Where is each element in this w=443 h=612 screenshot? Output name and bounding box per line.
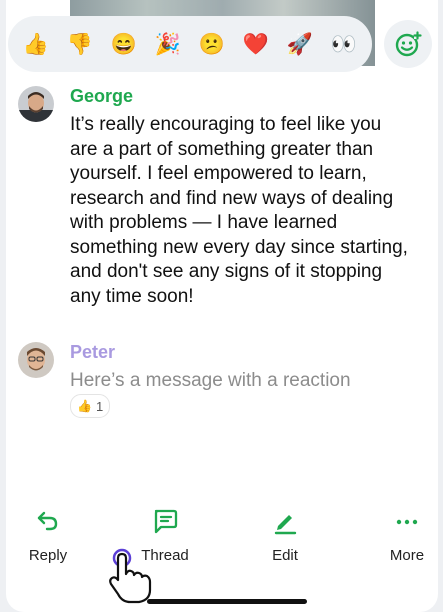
edit-button[interactable]: Edit bbox=[240, 505, 330, 564]
author-name: George bbox=[70, 86, 134, 106]
message-text: Here’s a message with a reaction bbox=[70, 370, 351, 391]
avatar[interactable] bbox=[18, 86, 54, 122]
reply-label: Reply bbox=[28, 547, 68, 564]
thumbs-up-icon: 👍 bbox=[77, 399, 92, 413]
more-button[interactable]: More bbox=[362, 505, 443, 564]
eyes-icon[interactable]: 👀 bbox=[329, 34, 359, 55]
message-actions-row: Reply Thread Edit More bbox=[0, 505, 443, 575]
reaction-picker-bar: 👍 👎 😄 🎉 😕 ❤️ 🚀 👀 bbox=[8, 16, 372, 72]
edit-label: Edit bbox=[272, 547, 298, 564]
hand-cursor-icon bbox=[106, 548, 154, 609]
grinning-face-icon[interactable]: 😄 bbox=[109, 34, 139, 55]
heart-icon[interactable]: ❤️ bbox=[241, 34, 271, 55]
message-peter[interactable]: Peter Here’s a message with a reaction 👍… bbox=[18, 342, 438, 422]
add-emoji-icon bbox=[395, 31, 422, 57]
party-popper-icon[interactable]: 🎉 bbox=[153, 34, 183, 55]
message-text: It’s really encouraging to feel like you… bbox=[70, 114, 408, 307]
add-reaction-button[interactable] bbox=[384, 20, 432, 68]
home-indicator[interactable] bbox=[147, 599, 307, 604]
reaction-count: 1 bbox=[95, 398, 104, 414]
thumbs-up-icon[interactable]: 👍 bbox=[21, 34, 51, 55]
more-label: More bbox=[389, 547, 425, 564]
message-george[interactable]: George It’s really encouraging to feel l… bbox=[18, 86, 438, 326]
edit-icon bbox=[274, 515, 297, 535]
reply-button[interactable]: Reply bbox=[3, 505, 93, 564]
rocket-icon[interactable]: 🚀 bbox=[285, 34, 315, 55]
more-icon bbox=[396, 519, 418, 525]
author-name: Peter bbox=[70, 342, 116, 362]
thread-icon bbox=[154, 509, 178, 534]
reaction-chip[interactable]: 👍 1 bbox=[70, 394, 111, 418]
reply-icon bbox=[37, 511, 58, 531]
avatar[interactable] bbox=[18, 342, 54, 378]
confused-face-icon[interactable]: 😕 bbox=[197, 34, 227, 55]
thumbs-down-icon[interactable]: 👎 bbox=[65, 34, 95, 55]
